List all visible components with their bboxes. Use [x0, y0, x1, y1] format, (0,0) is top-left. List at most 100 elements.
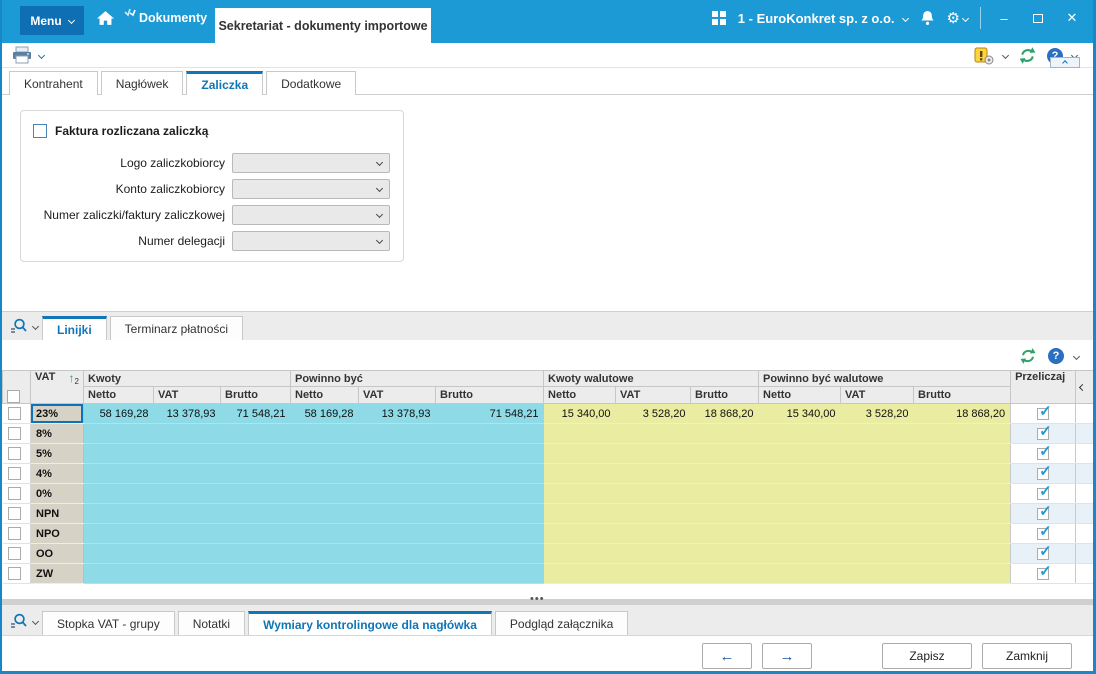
- group-header-powinno-byc[interactable]: Powinno być: [291, 371, 544, 387]
- przeliczaj-checkbox[interactable]: ✓: [1037, 468, 1049, 480]
- amount-cell[interactable]: [291, 484, 359, 504]
- amount-cell[interactable]: [914, 524, 1011, 544]
- subheader-brutto[interactable]: Brutto: [436, 387, 544, 404]
- amount-cell[interactable]: [841, 564, 914, 584]
- next-document-button[interactable]: →: [762, 643, 812, 669]
- amount-cell[interactable]: [84, 504, 154, 524]
- amount-cell[interactable]: [291, 444, 359, 464]
- amount-cell[interactable]: [84, 564, 154, 584]
- subheader-netto[interactable]: Netto: [544, 387, 616, 404]
- amount-cell[interactable]: [544, 504, 616, 524]
- przeliczaj-checkbox[interactable]: ✓: [1037, 448, 1049, 460]
- bell-icon[interactable]: [920, 10, 935, 26]
- subheader-vat[interactable]: VAT: [154, 387, 221, 404]
- amount-cell[interactable]: [154, 424, 221, 444]
- gear-icon[interactable]: ⚙: [947, 9, 960, 27]
- tab-podglad-zalacznika[interactable]: Podgląd załącznika: [495, 611, 628, 635]
- amount-cell[interactable]: [691, 524, 759, 544]
- amount-cell[interactable]: [691, 544, 759, 564]
- amount-cell[interactable]: [84, 424, 154, 444]
- amount-cell[interactable]: [691, 504, 759, 524]
- tab-naglowek[interactable]: Nagłówek: [101, 71, 184, 95]
- amount-cell[interactable]: [436, 424, 544, 444]
- amount-cell[interactable]: [759, 524, 841, 544]
- collapse-toolbar-button[interactable]: [1050, 57, 1080, 68]
- tab-wymiary-kontrolingowe[interactable]: Wymiary kontrolingowe dla nagłówka: [248, 611, 492, 635]
- amount-cell[interactable]: [84, 524, 154, 544]
- chevron-down-icon[interactable]: [32, 617, 39, 624]
- amount-cell[interactable]: [616, 464, 691, 484]
- tab-kontrahent[interactable]: Kontrahent: [9, 71, 98, 95]
- vat-rate-cell[interactable]: 0%: [31, 484, 84, 504]
- amount-cell[interactable]: [154, 484, 221, 504]
- logo-zaliczkobiorcy-select[interactable]: [232, 153, 390, 173]
- amount-cell[interactable]: [154, 524, 221, 544]
- amount-cell[interactable]: [359, 504, 436, 524]
- amount-cell[interactable]: [691, 484, 759, 504]
- vat-rate-cell[interactable]: ZW: [31, 564, 84, 584]
- row-select-checkbox[interactable]: [8, 547, 21, 560]
- amount-cell[interactable]: [359, 484, 436, 504]
- row-select-checkbox[interactable]: [8, 527, 21, 540]
- app-grid-icon[interactable]: [712, 11, 726, 25]
- subheader-netto[interactable]: Netto: [759, 387, 841, 404]
- amount-cell[interactable]: 15 340,00: [544, 404, 616, 424]
- row-select-checkbox[interactable]: [8, 487, 21, 500]
- amount-cell[interactable]: 71 548,21: [221, 404, 291, 424]
- amount-cell[interactable]: [759, 484, 841, 504]
- numer-zaliczki-select[interactable]: [232, 205, 390, 225]
- amount-cell[interactable]: [841, 464, 914, 484]
- subheader-vat[interactable]: VAT: [616, 387, 691, 404]
- maximize-button[interactable]: [1027, 11, 1049, 26]
- amount-cell[interactable]: [154, 564, 221, 584]
- find-panel-icon[interactable]: [10, 318, 28, 334]
- amount-cell[interactable]: [436, 544, 544, 564]
- amount-cell[interactable]: [221, 524, 291, 544]
- przeliczaj-checkbox[interactable]: ✓: [1037, 528, 1049, 540]
- subheader-vat[interactable]: VAT: [841, 387, 914, 404]
- przeliczaj-checkbox[interactable]: ✓: [1037, 408, 1049, 420]
- amount-cell[interactable]: [436, 444, 544, 464]
- vat-rate-cell[interactable]: OO: [31, 544, 84, 564]
- row-select-checkbox[interactable]: [8, 447, 21, 460]
- amount-cell[interactable]: [759, 444, 841, 464]
- przeliczaj-column-header[interactable]: Przeliczaj: [1011, 371, 1076, 404]
- amount-cell[interactable]: [221, 484, 291, 504]
- amount-cell[interactable]: 58 169,28: [84, 404, 154, 424]
- row-select-checkbox[interactable]: [8, 407, 21, 420]
- vat-rate-cell[interactable]: 4%: [31, 464, 84, 484]
- subheader-netto[interactable]: Netto: [291, 387, 359, 404]
- amount-cell[interactable]: [359, 444, 436, 464]
- faktura-rozliczana-checkbox[interactable]: [33, 124, 47, 138]
- przeliczaj-checkbox[interactable]: ✓: [1037, 428, 1049, 440]
- subheader-vat[interactable]: VAT: [359, 387, 436, 404]
- amount-cell[interactable]: [914, 544, 1011, 564]
- amount-cell[interactable]: [691, 424, 759, 444]
- konto-zaliczkobiorcy-select[interactable]: [232, 179, 390, 199]
- amount-cell[interactable]: [436, 504, 544, 524]
- amount-cell[interactable]: [154, 464, 221, 484]
- amount-cell[interactable]: [759, 564, 841, 584]
- amount-cell[interactable]: [221, 544, 291, 564]
- amount-cell[interactable]: [616, 564, 691, 584]
- amount-cell[interactable]: [616, 484, 691, 504]
- amount-cell[interactable]: [291, 424, 359, 444]
- amount-cell[interactable]: 18 868,20: [691, 404, 759, 424]
- amount-cell[interactable]: [221, 564, 291, 584]
- close-document-button[interactable]: Zamknij: [982, 643, 1072, 669]
- amount-cell[interactable]: [84, 484, 154, 504]
- amount-cell[interactable]: [154, 544, 221, 564]
- amount-cell[interactable]: [691, 464, 759, 484]
- przeliczaj-checkbox[interactable]: ✓: [1037, 548, 1049, 560]
- refresh-icon[interactable]: [1018, 346, 1038, 366]
- group-header-powinno-byc-walutowe[interactable]: Powinno być walutowe: [759, 371, 1011, 387]
- amount-cell[interactable]: [84, 544, 154, 564]
- numer-delegacji-select[interactable]: [232, 231, 390, 251]
- amount-cell[interactable]: 13 378,93: [154, 404, 221, 424]
- przeliczaj-checkbox[interactable]: ✓: [1037, 508, 1049, 520]
- company-selector[interactable]: 1 - EuroKonkret sp. z o.o.: [738, 11, 908, 26]
- amount-cell[interactable]: [359, 424, 436, 444]
- amount-cell[interactable]: [544, 544, 616, 564]
- menu-button[interactable]: Menu: [20, 6, 84, 35]
- amount-cell[interactable]: [544, 484, 616, 504]
